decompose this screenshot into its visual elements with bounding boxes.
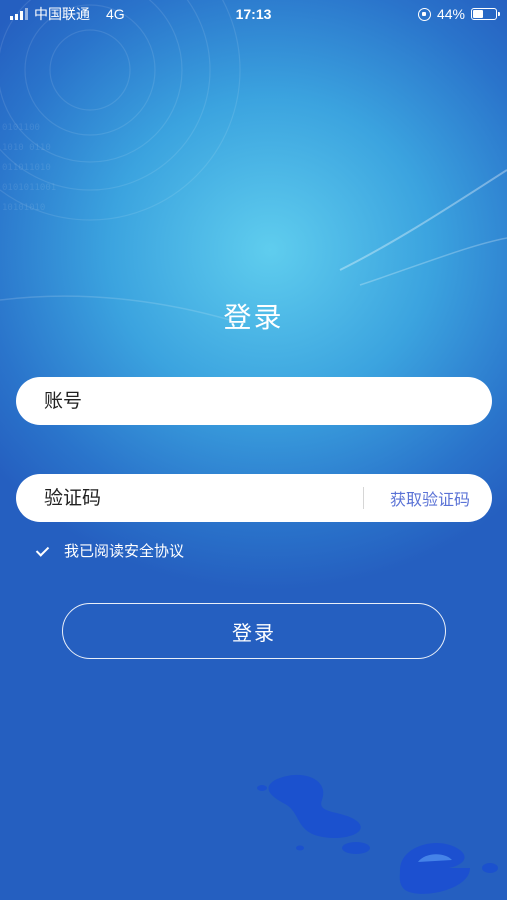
water-splash-logo [257,774,498,894]
agreement-label: 我已阅读安全协议 [64,542,185,560]
battery-percent: 44% [436,6,465,22]
network-label: 4G [106,6,125,22]
background-decoration: 0101100 1010 0110 011011010 0101011001 1… [0,0,507,894]
svg-text:0101011001: 0101011001 [2,183,56,193]
signal-icon [10,8,28,20]
account-field[interactable] [16,377,492,425]
login-button[interactable]: 登录 [62,603,446,659]
rotation-lock-icon [417,7,431,21]
agreement-checkbox[interactable]: 我已阅读安全协议 [36,540,184,561]
clock: 17:13 [235,6,272,22]
svg-text:1010 0110: 1010 0110 [2,143,51,153]
verification-code-field[interactable]: 获取验证码 [16,474,492,522]
checkmark-icon[interactable] [36,544,50,558]
svg-text:0101100: 0101100 [2,123,40,133]
battery-icon [471,8,500,20]
svg-text:10101010: 10101010 [2,203,45,213]
get-code-button[interactable]: 获取验证码 [364,486,492,510]
verification-code-input[interactable] [44,487,344,509]
carrier-label: 中国联通 [34,6,90,22]
account-input[interactable] [44,390,492,412]
page-title: 登录 [223,301,284,334]
svg-text:011011010: 011011010 [2,163,51,173]
status-bar: 中国联通 4G 17:13 44% [0,0,507,28]
